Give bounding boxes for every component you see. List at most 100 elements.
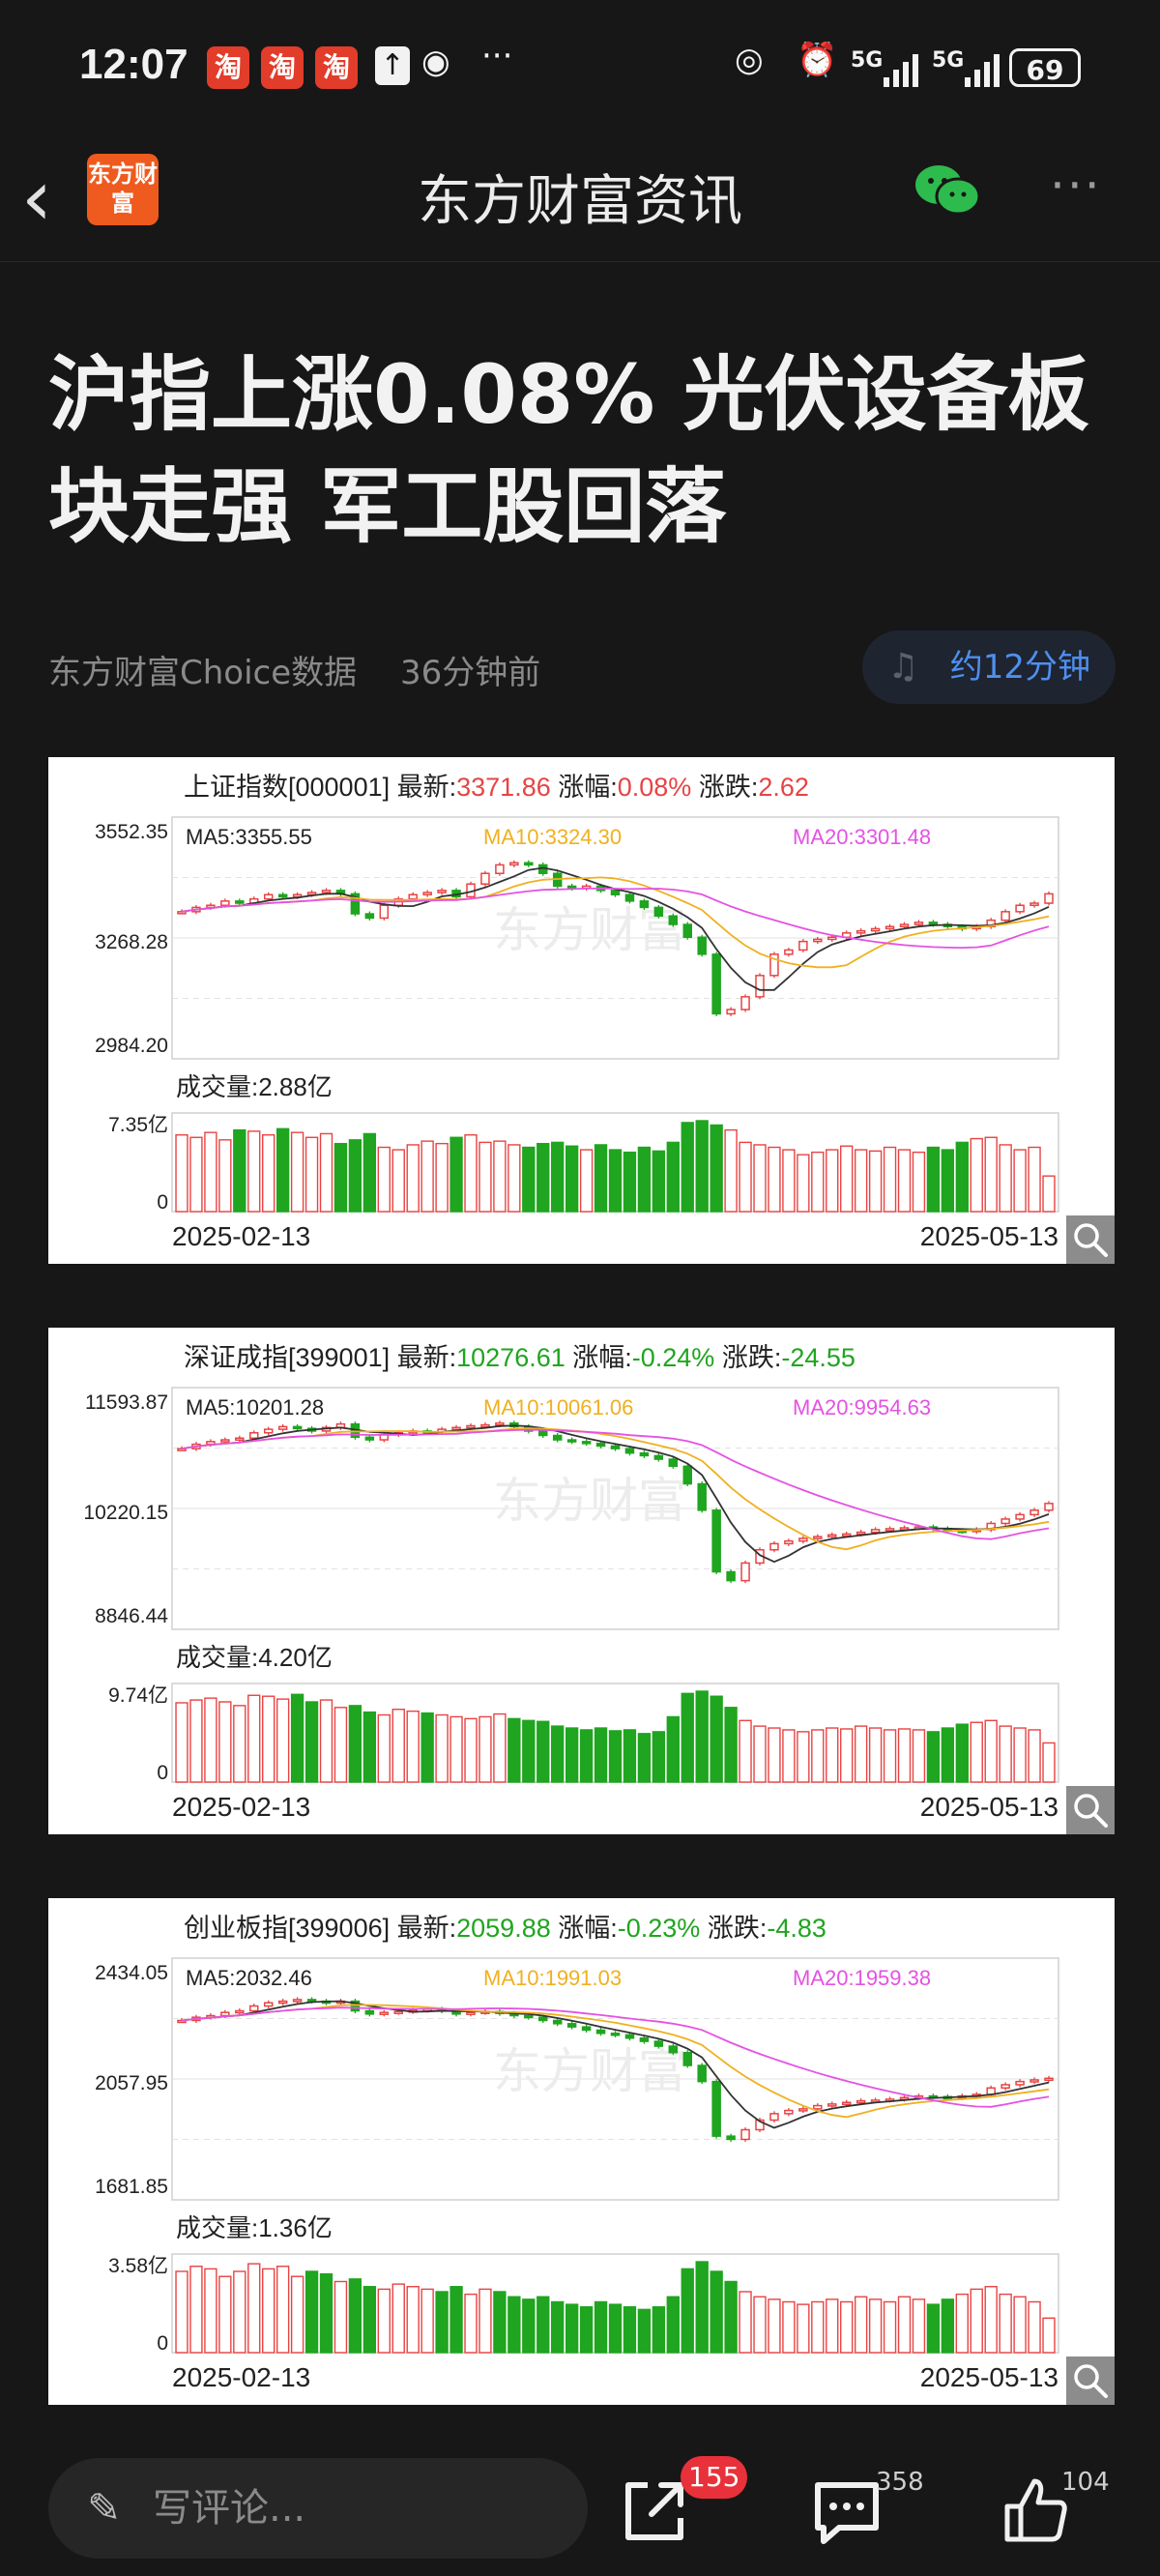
volume-bar	[493, 1140, 507, 1213]
volume-bar	[420, 1140, 434, 1213]
date-start-label: 2025-02-13	[172, 1221, 310, 1251]
article-source: 东方财富Choice数据	[48, 654, 358, 692]
listen-button[interactable]: ♫ 约12分钟	[862, 630, 1116, 704]
candle	[263, 2002, 274, 2007]
volume-bar	[262, 1134, 276, 1213]
volume-bar	[204, 1697, 218, 1783]
zoom-search-icon[interactable]	[1066, 1215, 1115, 1264]
volume-bar	[941, 1149, 955, 1213]
volume-bar	[912, 2298, 926, 2354]
watermark-text: 东方财富	[493, 2044, 686, 2098]
candle	[740, 1562, 750, 1582]
volume-bar	[551, 1141, 565, 1213]
volume-bar	[450, 1136, 463, 1213]
volume-bar	[262, 2268, 276, 2354]
comment-input[interactable]: ✎ 写评论...	[48, 2458, 588, 2559]
volume-bar	[941, 2298, 955, 2354]
candle	[235, 2009, 245, 2014]
wechat-share-icon[interactable]	[914, 161, 981, 220]
candle	[769, 1542, 779, 1551]
volume-bar	[493, 2291, 507, 2354]
candle	[235, 900, 245, 904]
header-latest_label: 最新:	[390, 1343, 456, 1372]
chart-svg: 上证指数[000001] 最新:3371.86 涨幅:0.08% 涨跌:2.62…	[95, 773, 1115, 1264]
comment-placeholder: 写评论...	[153, 2486, 306, 2531]
volume-max-label: 3.58亿	[108, 2255, 168, 2277]
volume-bar	[797, 1731, 810, 1783]
candle	[393, 2010, 403, 2014]
header-pct_label: 涨幅:	[551, 1914, 618, 1943]
candle	[798, 940, 808, 951]
volume-bar	[450, 2286, 463, 2354]
y-tick-label: 1681.85	[95, 2176, 168, 2198]
volume-bar	[710, 1695, 723, 1783]
volume-bar	[522, 2298, 536, 2354]
volume-bar	[392, 1709, 405, 1783]
chart-card-shenzhen: 深证成指[399001] 最新:10276.61 涨幅:-0.24% 涨跌:-2…	[48, 1328, 1115, 1834]
volume-bar	[218, 1139, 232, 1213]
ma20-label: MA20:1959.38	[793, 1966, 931, 1990]
battery-indicator: 69	[1009, 48, 1081, 87]
volume-bar	[926, 1146, 941, 1213]
share-count-badge: 155	[681, 2456, 748, 2499]
y-tick-label: 11593.87	[85, 1391, 168, 1414]
ma5-label: MA5:2032.46	[186, 1966, 312, 1990]
candle	[726, 2135, 736, 2141]
candle	[466, 1424, 476, 1429]
zoom-search-icon[interactable]	[1066, 2356, 1115, 2405]
volume-bar	[392, 2283, 405, 2354]
volume-bar	[594, 1727, 608, 1783]
volume-bar	[508, 2296, 521, 2354]
volume-bar	[420, 1712, 434, 1783]
volume-bar	[522, 1146, 536, 1213]
comment-icon[interactable]	[810, 2477, 884, 2547]
volume-bar	[868, 2298, 883, 2354]
more-menu-icon[interactable]: ···	[1050, 158, 1102, 214]
candle	[899, 923, 910, 927]
volume-bar	[608, 2303, 623, 2354]
volume-bar	[175, 1702, 188, 1783]
candle	[220, 1439, 230, 1443]
candle	[827, 2103, 837, 2107]
watermark-text: 东方财富	[493, 1474, 686, 1528]
volume-bar	[666, 1715, 680, 1783]
candle	[1030, 1509, 1039, 1516]
volume-bar	[247, 1130, 261, 1213]
header-pct: -0.24%	[632, 1343, 715, 1372]
volume-bar	[739, 2291, 752, 2354]
zoom-button-bg	[1066, 2356, 1115, 2405]
candle	[466, 2011, 476, 2015]
zoom-search-icon[interactable]	[1066, 1786, 1115, 1834]
header-chg: -4.83	[767, 1914, 826, 1943]
candle	[697, 1482, 707, 1511]
candle	[870, 1529, 881, 1534]
date-start-label: 2025-02-13	[172, 1792, 310, 1822]
date-end-label: 2025-05-13	[920, 2362, 1058, 2392]
candle	[566, 2023, 577, 2028]
candle	[495, 1421, 505, 1426]
volume-bar	[666, 1141, 680, 1213]
volume-bar	[883, 2300, 897, 2354]
volume-bar	[753, 1144, 767, 1213]
chart-header: 深证成指[399001] 最新:10276.61 涨幅:-0.24% 涨跌:-2…	[184, 1343, 856, 1372]
header-name_label: 深证成指[399001]	[184, 1343, 390, 1372]
zoom-button-bg	[1066, 1786, 1115, 1834]
volume-bar	[753, 2296, 767, 2354]
volume-bar	[1028, 1146, 1041, 1213]
volume-bar	[579, 1149, 594, 1213]
volume-bar	[435, 2291, 449, 2354]
volume-bar	[652, 2306, 666, 2354]
volume-bar	[854, 1149, 868, 1213]
candle	[740, 2128, 750, 2141]
volume-bar	[695, 2261, 709, 2354]
volume-bar	[508, 1717, 521, 1783]
volume-bar	[392, 1149, 405, 1213]
listen-duration: 约12分钟	[949, 648, 1090, 687]
volume-bar	[608, 1149, 623, 1213]
signal-icon-2	[965, 54, 1000, 87]
ma20-label: MA20:9954.63	[793, 1395, 931, 1420]
candle	[784, 949, 794, 955]
candle	[277, 1425, 288, 1430]
volume-bar	[319, 1699, 334, 1783]
date-end-label: 2025-05-13	[920, 1221, 1058, 1251]
